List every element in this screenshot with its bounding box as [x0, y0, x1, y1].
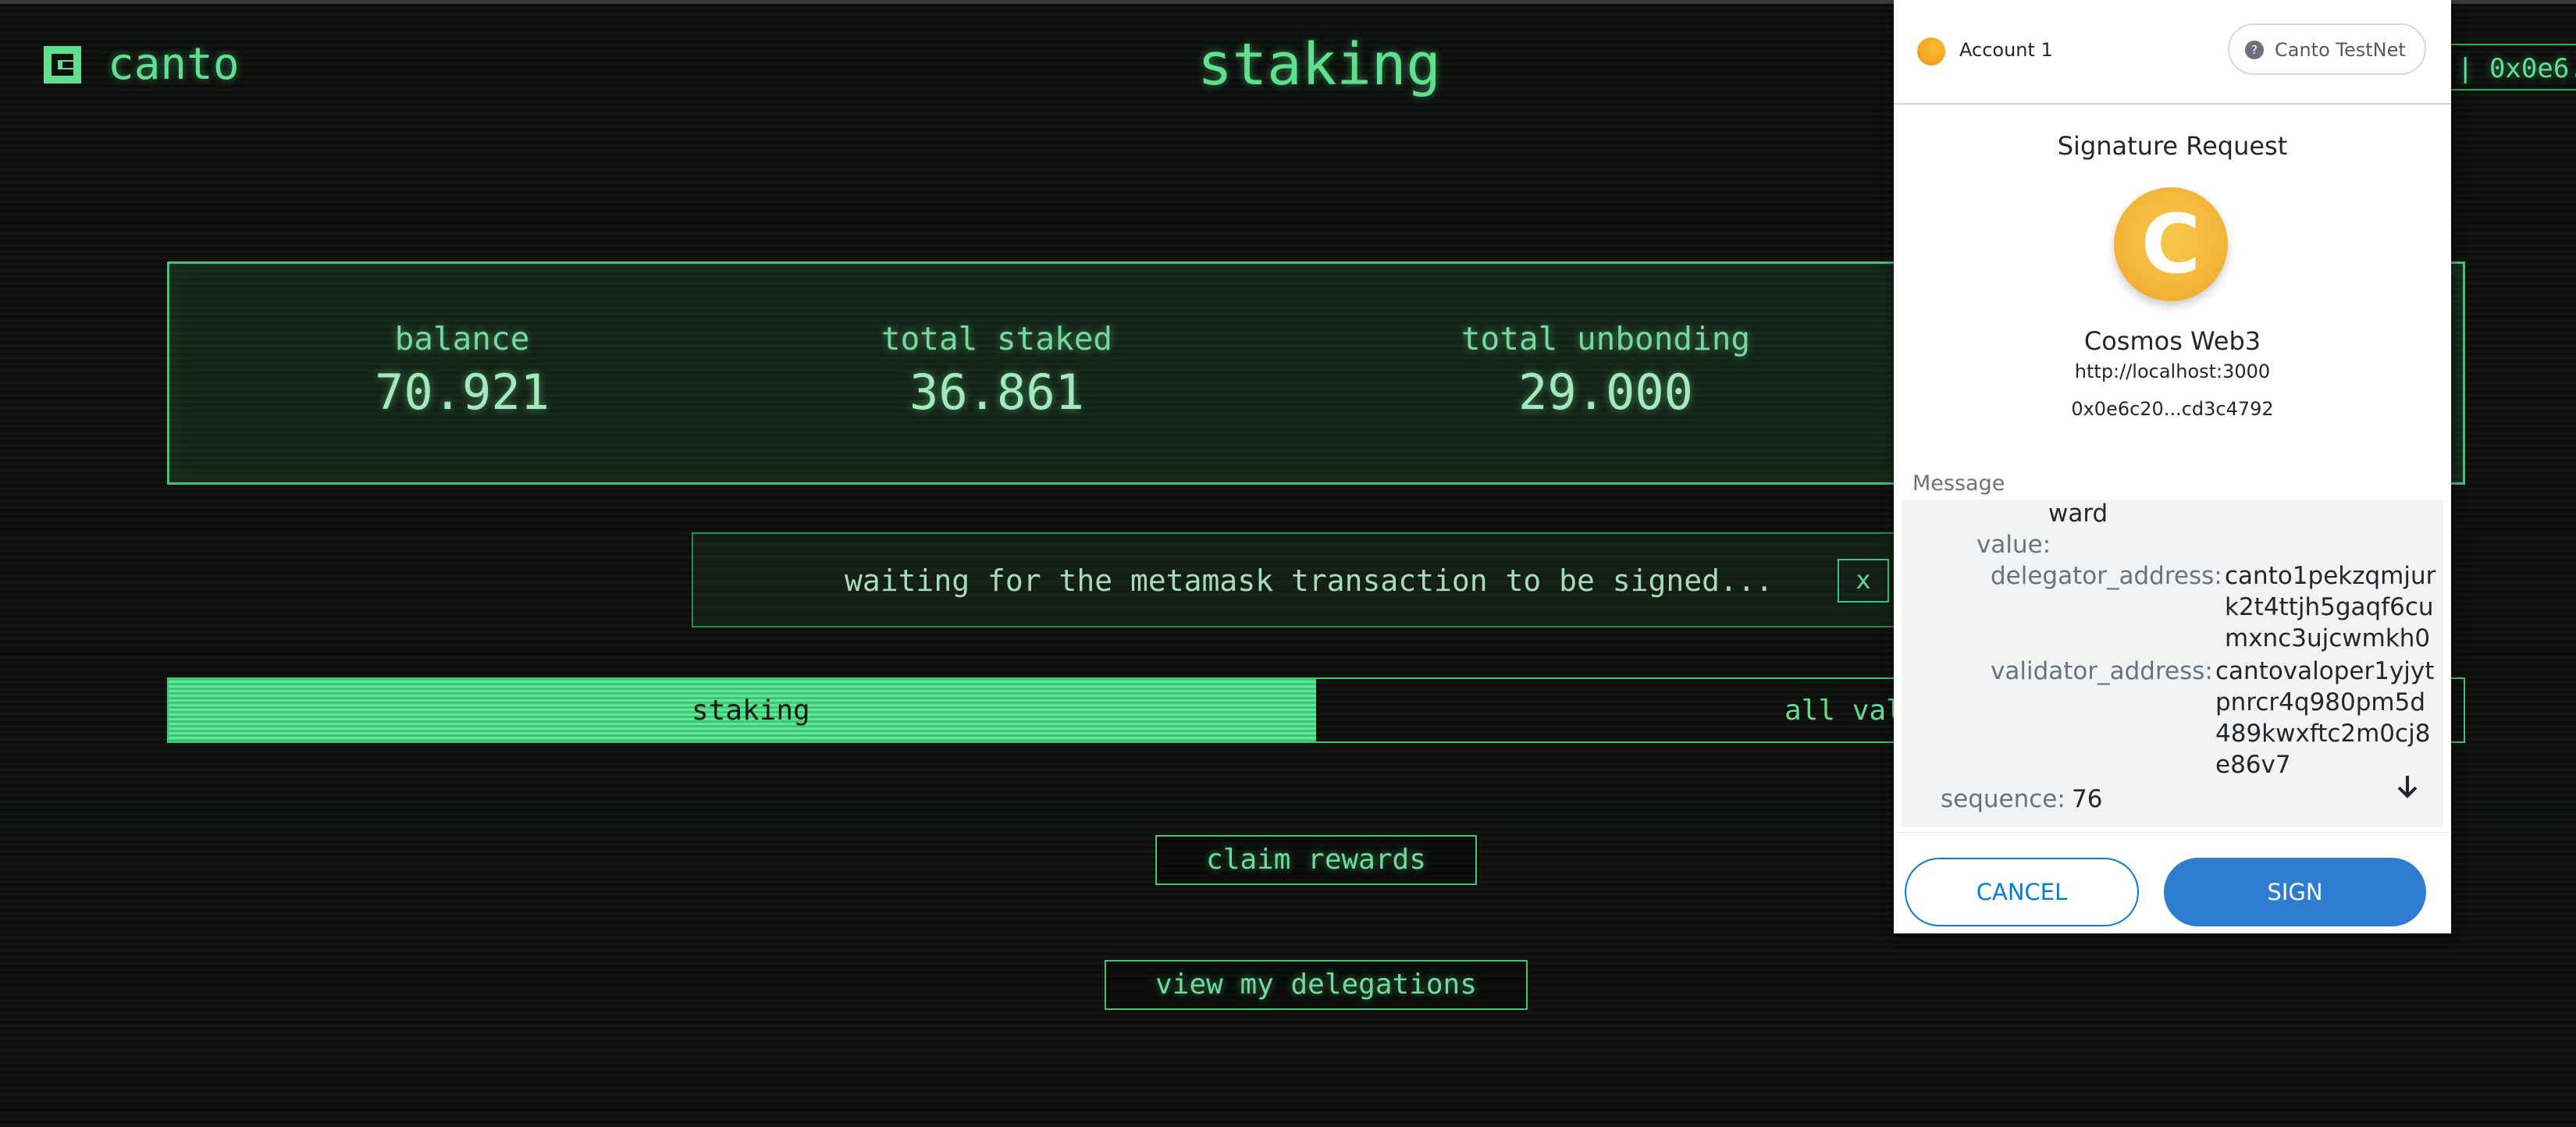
delegator-address-line: k2t4ttjh5gaqf6cu	[2225, 593, 2434, 621]
sequence-key: sequence:	[1941, 785, 2065, 813]
message-type-fragment: ward	[2048, 500, 2108, 528]
total-unbonding-stat: total unbonding 29.000	[1418, 320, 1793, 421]
site-name: Cosmos Web3	[2083, 326, 2261, 356]
total-unbonding-label: total unbonding	[1461, 320, 1751, 357]
waiting-message: waiting for the metamask transaction to …	[845, 564, 1774, 598]
tab-staking[interactable]: staking	[169, 679, 1316, 741]
site-url: http://localhost:3000	[2074, 361, 2271, 382]
site-logo-letter: C	[2140, 197, 2201, 292]
account-name[interactable]: Account 1	[1959, 39, 2053, 61]
signer-address: 0x0e6c20...cd3c4792	[2071, 398, 2274, 420]
balance-stat: balance 70.921	[318, 320, 607, 421]
logo-text: canto	[108, 39, 240, 90]
claim-rewards-button[interactable]: claim rewards	[1155, 835, 1477, 885]
metamask-signature-popup: Account 1 ? Canto TestNet Signature Requ…	[1894, 0, 2451, 933]
total-staked-value: 36.861	[909, 364, 1084, 421]
metamask-footer: CANCEL SIGN	[1894, 832, 2451, 934]
network-selector[interactable]: ? Canto TestNet	[2228, 23, 2426, 75]
network-name: Canto TestNet	[2275, 39, 2406, 61]
cancel-button[interactable]: CANCEL	[1905, 858, 2139, 926]
wallet-address-button[interactable]: | 0x0e6.	[2443, 44, 2576, 91]
total-staked-stat: total staked 36.861	[841, 320, 1153, 421]
close-banner-button[interactable]: x	[1838, 559, 1889, 603]
delegator-address-line: canto1pekzqmjur	[2225, 562, 2436, 590]
delegator-address-key: delegator_address:	[1991, 562, 2222, 590]
arrow-down-icon[interactable]	[2393, 773, 2421, 801]
site-logo-icon: C	[2114, 187, 2228, 301]
validator-address-line: 489kwxftc2m0cj8	[2215, 720, 2431, 748]
total-unbonding-value: 29.000	[1518, 364, 1693, 421]
sequence-value: 76	[2072, 785, 2103, 813]
page-title: staking	[1197, 31, 1441, 98]
sign-button[interactable]: SIGN	[2164, 858, 2426, 926]
balance-label: balance	[394, 320, 530, 357]
question-icon: ?	[2245, 41, 2264, 59]
validator-address-line: pnrcr4q980pm5d	[2215, 688, 2426, 716]
tab-staking-label: staking	[692, 695, 810, 727]
validator-address-line: e86v7	[2215, 751, 2291, 779]
validator-address-key: validator_address:	[1991, 657, 2213, 685]
signature-request-title: Signature Request	[2057, 131, 2288, 161]
transaction-status-banner: waiting for the metamask transaction to …	[692, 532, 1902, 627]
validator-address-line: cantovaloper1yjyt	[2215, 657, 2435, 685]
message-content[interactable]: ward value: delegator_address: canto1pek…	[1902, 500, 2443, 827]
value-key: value:	[1976, 531, 2051, 559]
view-delegations-button[interactable]: view my delegations	[1105, 960, 1528, 1010]
metamask-header: Account 1 ? Canto TestNet	[1894, 0, 2451, 105]
account-avatar[interactable]	[1917, 37, 1945, 66]
canto-logo-icon	[44, 45, 81, 84]
delegator-address-line: mxnc3ujcwmkh0	[2225, 624, 2431, 652]
message-label: Message	[1912, 471, 2005, 496]
total-staked-label: total staked	[881, 320, 1113, 357]
balance-value: 70.921	[375, 364, 550, 421]
canto-logo[interactable]: canto	[41, 39, 240, 90]
